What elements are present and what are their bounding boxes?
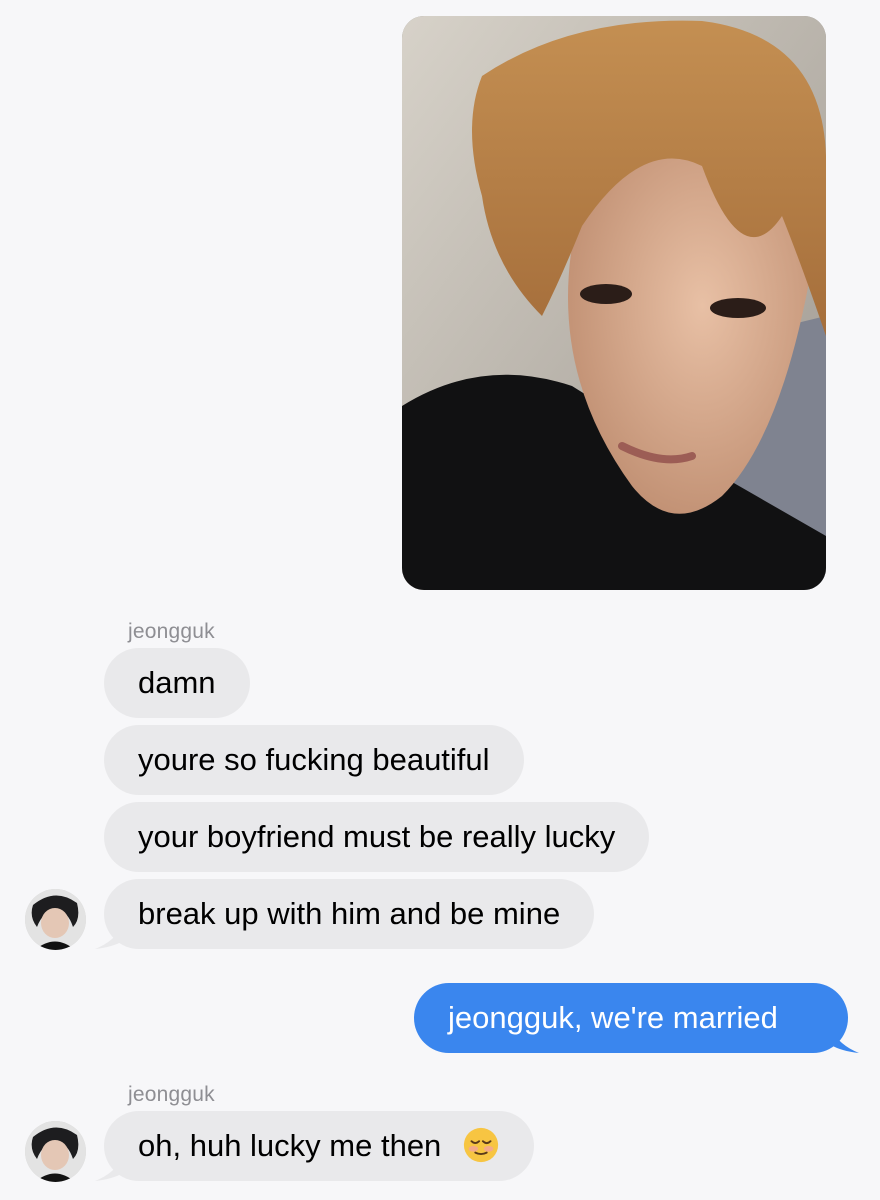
message-text: break up with him and be mine [138,896,561,931]
avatar[interactable] [25,1121,86,1182]
photo-message[interactable] [402,16,826,590]
outgoing-message-bubble[interactable]: jeongguk, we're married [414,983,859,1053]
avatar[interactable] [25,889,86,950]
avatar-image [25,1121,86,1182]
incoming-message-bubble[interactable]: break up with him and be mine [95,879,595,949]
smiling-face-icon [463,1127,499,1162]
sender-name: jeongguk [128,1083,215,1106]
bubble-tail-icon [95,1157,123,1181]
bubble-tail-icon [831,1029,859,1053]
incoming-message-bubble[interactable]: your boyfriend must be really lucky [104,802,650,872]
incoming-message-bubble[interactable]: damn [104,648,250,718]
incoming-message-bubble[interactable]: oh, huh lucky me then [95,1111,534,1181]
message-text: damn [138,665,216,700]
photo-image [402,16,826,590]
message-text: jeongguk, we're married [448,1000,778,1035]
chat-thread[interactable]: jeongguk damn youre so fucking beautiful… [0,0,880,1200]
incoming-message-bubble[interactable]: youre so fucking beautiful [104,725,524,795]
message-text: oh, huh lucky me then [138,1128,442,1163]
message-text: youre so fucking beautiful [138,742,490,777]
sender-name: jeongguk [128,620,215,643]
bubble-tail-icon [95,925,123,949]
message-text: your boyfriend must be really lucky [138,819,616,854]
avatar-image [25,889,86,950]
